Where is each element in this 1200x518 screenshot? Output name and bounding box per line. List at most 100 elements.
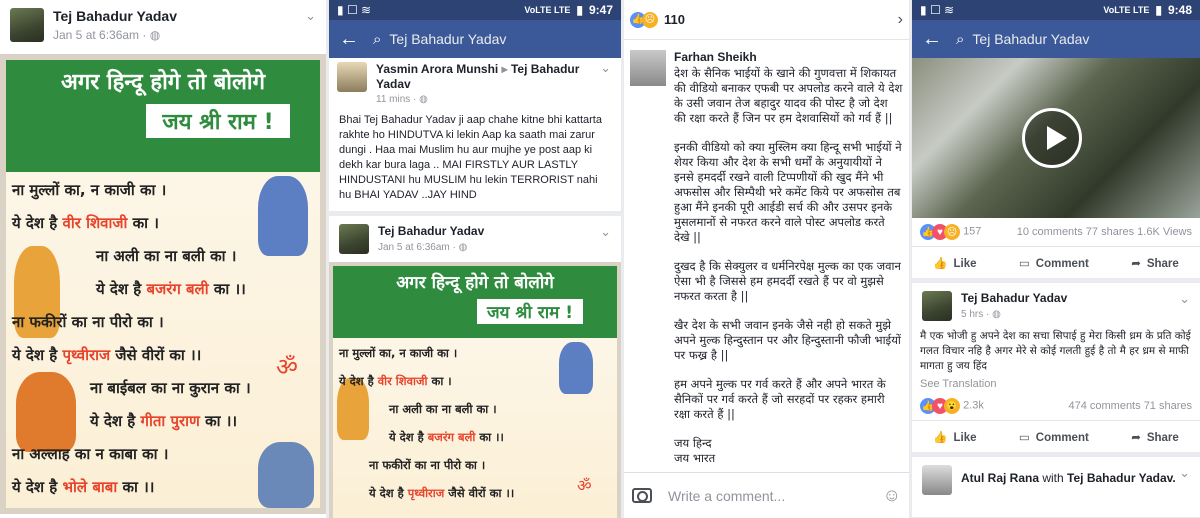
comment-icon: ▭: [1018, 257, 1030, 270]
app-bar: ← ⌕ Tej Bahadur Yadav: [329, 20, 621, 58]
avatar[interactable]: [922, 291, 952, 321]
comment-button[interactable]: ▭ Comment: [1019, 256, 1089, 270]
poster-line: ये देश है वीर शिवाजी का ।: [339, 374, 452, 388]
chevron-down-icon[interactable]: ⌄: [1179, 465, 1190, 481]
play-icon[interactable]: [1022, 108, 1082, 168]
search-icon[interactable]: ⌕: [373, 31, 381, 48]
globe-icon: ◍: [992, 309, 1001, 320]
next-post-authors: Atul Raj Rana with Tej Bahadur Yadav.: [961, 471, 1176, 485]
search-icon[interactable]: ⌕: [956, 31, 964, 48]
post-timestamp: Jan 5 at 6:36am · ◍: [53, 28, 161, 42]
poster-image[interactable]: अगर हिन्दू होगे तो बोलोगे जय श्री राम ! …: [329, 262, 621, 518]
chevron-down-icon[interactable]: ⌄: [600, 60, 611, 76]
inner-author[interactable]: Tej Bahadur Yadav: [378, 224, 484, 238]
next-author[interactable]: Atul Raj Rana: [961, 471, 1039, 485]
video-shares[interactable]: 77 shares: [1086, 226, 1134, 238]
notification-icons: ▮ ☐ ≋: [337, 3, 372, 17]
back-arrow-icon[interactable]: ←: [922, 28, 942, 51]
comment-paragraph: देश के सैनिक भाईयों के खाने की गुणवत्ता …: [674, 66, 903, 125]
comment-button[interactable]: ▭ Comment: [1019, 430, 1089, 444]
video-card: 👍 ♥ ☹ 157 10 comments 77 shares 1.6K Views…: [912, 58, 1200, 278]
search-query[interactable]: Tej Bahadur Yadav: [389, 31, 506, 47]
globe-icon: ◍: [419, 94, 428, 105]
shared-post-panel: ▮ ☐ ≋ VoLTE LTE ▮ 9:47 ← ⌕ Tej Bahadur Yad…: [329, 0, 621, 518]
krishna-figure: [258, 176, 308, 256]
globe-icon: ◍: [458, 242, 468, 253]
comment: Farhan Sheikh देश के सैनिक भाईयों के खान…: [624, 40, 909, 480]
post-reaction-count: 2.3k: [963, 399, 984, 412]
chevron-right-icon[interactable]: ›: [898, 11, 903, 29]
like-button[interactable]: 👍 Like: [933, 256, 976, 270]
back-arrow-icon[interactable]: ←: [339, 28, 359, 51]
video-post-panel: ▮ ☐ ≋ VoLTE LTE ▮ 9:48 ← ⌕ Tej Bahadur Yad…: [912, 0, 1200, 518]
chevron-down-icon[interactable]: ⌄: [305, 8, 316, 24]
post-shares[interactable]: 71 shares: [1144, 400, 1192, 412]
poster-line: ये देश है गीता पुराण का ।।: [90, 412, 238, 430]
avatar[interactable]: [10, 8, 44, 42]
comment-text: देश के सैनिक भाईयों के खाने की गुणवत्ता …: [674, 66, 903, 466]
post-reactions[interactable]: 👍 ♥ 😮 2.3k: [920, 398, 984, 414]
write-comment-input[interactable]: Write a comment...: [668, 488, 883, 504]
chevron-down-icon[interactable]: ⌄: [600, 224, 611, 240]
poster-line: ये देश है पृथ्वीराज जैसे वीरों का ।।: [369, 486, 515, 500]
battery-icon: ▮: [1155, 3, 1162, 17]
avatar[interactable]: [922, 465, 952, 495]
post-author[interactable]: Tej Bahadur Yadav: [53, 8, 177, 24]
video-comments[interactable]: 10 comments: [1017, 226, 1083, 238]
poster-headline-band: अगर हिन्दू होगे तो बोलोगे जय श्री राम !: [333, 266, 617, 338]
comment-paragraph: दुखद है कि सेक्युलर व धर्मनिरपेक्ष मुल्क…: [674, 259, 901, 303]
hanuman-figure: [16, 372, 76, 452]
see-translation-link[interactable]: See Translation: [912, 376, 1200, 392]
post-timestamp: 5 hrs · ◍: [961, 309, 1001, 320]
post-header: Atul Raj Rana with Tej Bahadur Yadav. ⌄: [912, 457, 1200, 503]
video-actions: 👍 Like ▭ Comment ➦ Share: [912, 246, 1200, 278]
shiva-figure: [258, 442, 314, 508]
status-time: 9:48: [1167, 3, 1192, 17]
share-button[interactable]: ➦ Share: [1131, 256, 1179, 270]
inner-time: Jan 5 at 6:36am · ◍: [378, 242, 468, 253]
avatar[interactable]: [337, 62, 367, 92]
avatar[interactable]: [630, 50, 666, 86]
search-query[interactable]: Tej Bahadur Yadav: [972, 31, 1089, 47]
battery-icon: ▮: [576, 3, 583, 17]
post-comments[interactable]: 474 comments: [1068, 400, 1140, 412]
share-text: Bhai Tej Bahadur Yadav ji aap chahe kitn…: [339, 114, 602, 201]
network-status: VoLTE LTE: [1103, 5, 1150, 15]
comments-panel: 👍 ☹ 110 › Farhan Sheikh देश के सैनिक भाई…: [624, 0, 909, 518]
poster-image[interactable]: अगर हिन्दू होगे तो बोलोगे जय श्री राम ! …: [0, 54, 326, 514]
poster-line: ना अली का ना बली का ।: [96, 247, 237, 265]
video-reaction-count: 157: [963, 225, 982, 238]
share-button[interactable]: ➦ Share: [1131, 430, 1179, 444]
poster-jai: जय श्री राम !: [146, 104, 290, 138]
video-stats: 👍 ♥ ☹ 157 10 comments 77 shares 1.6K Views: [912, 218, 1200, 246]
chevron-down-icon[interactable]: ⌄: [1179, 291, 1190, 307]
video-player[interactable]: [912, 58, 1200, 218]
poster-line: ये देश है बजरंग बली का ।।: [96, 280, 246, 298]
poster-headline: अगर हिन्दू होगे तो बोलोगे: [396, 273, 554, 293]
video-reactions[interactable]: 👍 ♥ ☹ 157: [920, 224, 981, 240]
apology-post-card: Tej Bahadur Yadav 5 hrs · ◍ ⌄ मै एक भोजी…: [912, 283, 1200, 452]
next-tagged[interactable]: Tej Bahadur Yadav.: [1067, 471, 1176, 485]
camera-icon[interactable]: [632, 488, 652, 503]
emoji-icon[interactable]: ☺: [883, 485, 901, 506]
avatar[interactable]: [339, 224, 369, 254]
poster-jai: जय श्री राम !: [477, 299, 583, 324]
om-icon: ॐ: [577, 478, 592, 495]
like-button[interactable]: 👍 Like: [933, 430, 976, 444]
wow-reaction-icon: 😮: [944, 398, 960, 414]
network-status: VoLTE LTE: [524, 5, 571, 15]
post-author[interactable]: Tej Bahadur Yadav: [961, 291, 1067, 305]
reaction-count: 110: [664, 12, 685, 27]
share-author[interactable]: Yasmin Arora Munshi: [376, 62, 498, 76]
reaction-bar[interactable]: 👍 ☹ 110 ›: [624, 0, 909, 40]
commenter-name[interactable]: Farhan Sheikh: [674, 50, 903, 64]
poster-line: ना मुल्लों का, न काजी का ।: [12, 181, 167, 199]
poster-headline-band: अगर हिन्दू होगे तो बोलोगे जय श्री राम !: [6, 60, 320, 172]
comment-paragraph: खैर देश के सभी जवान इनके जैसे नही हो सकत…: [674, 318, 901, 362]
poster-line: ना अली का ना बली का ।: [389, 402, 497, 416]
post-text: मै एक भोजी हु अपने देश का सचा सिपाई हु म…: [920, 330, 1191, 372]
poster-line: ये देश है भोले बाबा का ।।: [12, 478, 155, 496]
status-bar: ▮ ☐ ≋ VoLTE LTE ▮ 9:47: [329, 0, 621, 20]
poster-line: ना मुल्लों का, न काजी का ।: [339, 346, 458, 360]
om-icon: ॐ: [276, 354, 298, 381]
